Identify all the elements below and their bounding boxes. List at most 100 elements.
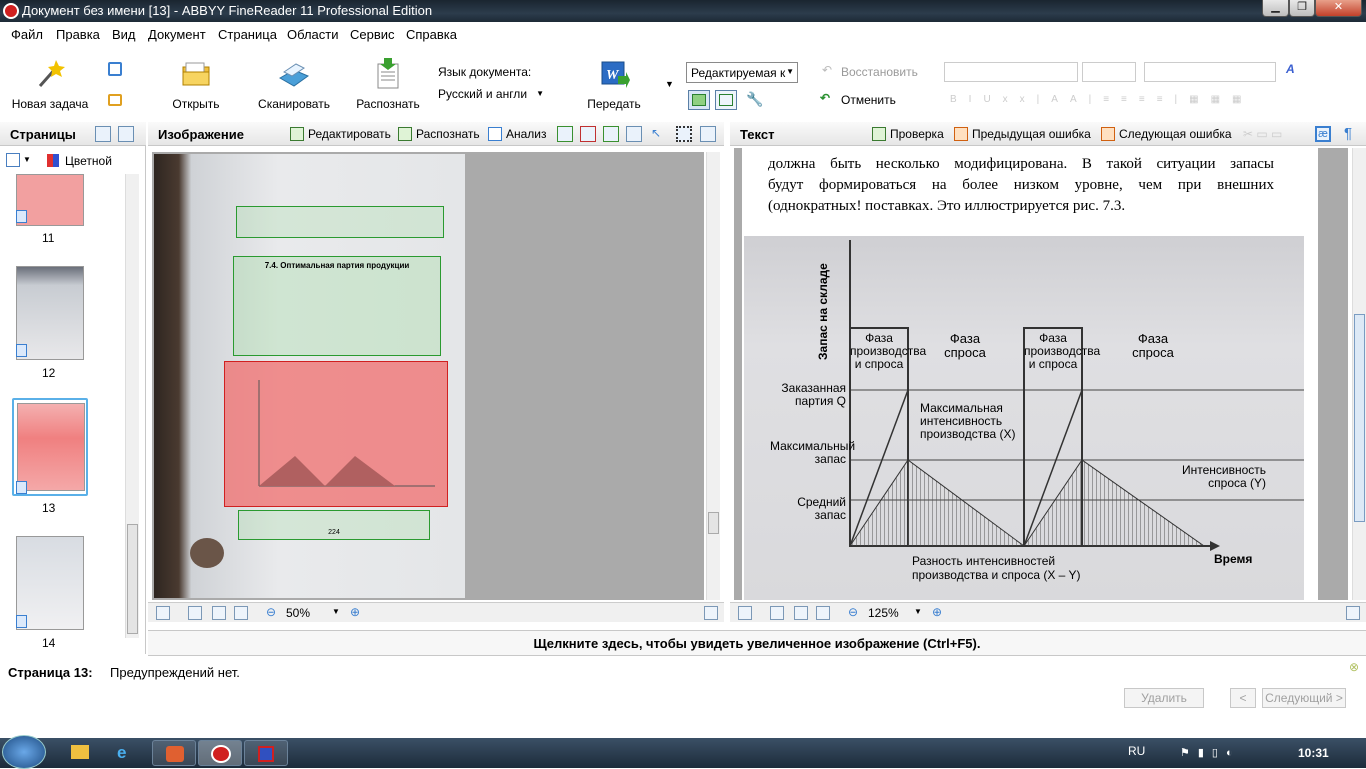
green-text-block[interactable] — [236, 206, 444, 238]
page-down-icon[interactable] — [118, 126, 134, 142]
page-up-icon[interactable] — [95, 126, 111, 142]
restore-button[interactable]: Восстановить — [841, 65, 918, 79]
text-scrollbar[interactable] — [1352, 148, 1366, 600]
next-button[interactable]: Следующий > — [1262, 688, 1346, 708]
doc-lang-dropdown[interactable]: Русский и англи ▼ — [438, 87, 548, 101]
collapse-icon[interactable] — [156, 606, 170, 620]
small-windows-icon[interactable] — [108, 94, 122, 106]
view-mode-button-2[interactable] — [715, 90, 737, 110]
format-mode-dropdown[interactable]: Редактируемая к — [686, 62, 798, 83]
check-button[interactable]: Проверка — [872, 127, 944, 141]
picture-area-icon[interactable] — [580, 126, 596, 142]
image-viewport[interactable]: 7.4. Оптимальная партия продукции 224 — [152, 152, 704, 600]
scroll-down-icon[interactable] — [704, 606, 718, 620]
keyboard-language[interactable]: RU — [1128, 744, 1145, 758]
table-area-icon[interactable] — [603, 126, 619, 142]
undo-button[interactable]: Отменить — [841, 93, 896, 107]
pages-scrollbar[interactable] — [125, 174, 139, 638]
clock[interactable]: 10:31 — [1298, 746, 1329, 760]
minimize-button[interactable]: ▁ — [1262, 0, 1289, 17]
taskbar-explorer[interactable] — [58, 740, 102, 766]
prev-error-button[interactable]: Предыдущая ошибка — [954, 127, 1091, 141]
page-view-icon[interactable] — [6, 153, 20, 167]
menu-page[interactable]: Страница — [218, 27, 277, 42]
green-caption-block[interactable]: 224 — [238, 510, 430, 540]
fit-height-icon[interactable] — [816, 606, 830, 620]
menu-help[interactable]: Справка — [406, 27, 457, 42]
prev-button[interactable]: < — [1230, 688, 1256, 708]
chevron-down-icon[interactable]: ▼ — [23, 155, 31, 164]
small-window-icon[interactable] — [108, 62, 122, 76]
next-error-button[interactable]: Следующая ошибка — [1101, 127, 1232, 141]
pages-panel-header: Страницы — [0, 122, 146, 146]
select-area-icon[interactable] — [676, 126, 692, 142]
scrollbar-thumb[interactable] — [1354, 314, 1365, 522]
font-name-box[interactable] — [944, 62, 1078, 82]
taskbar-save[interactable] — [244, 740, 288, 766]
style-box[interactable] — [1144, 62, 1276, 82]
taskbar-ie[interactable]: e — [104, 740, 148, 766]
special-chars-icon[interactable]: æ — [1315, 126, 1331, 142]
chevron-down-icon[interactable]: ▼ — [332, 607, 340, 616]
fit-width-icon[interactable] — [212, 606, 226, 620]
menu-document[interactable]: Документ — [148, 27, 206, 42]
zoom-out-icon[interactable]: ⊖ — [266, 605, 276, 619]
start-button[interactable] — [2, 735, 46, 769]
text-paragraph[interactable]: должна быть несколько модифицирована. В … — [768, 154, 1274, 217]
image-zoom-bar: ⊖ 50% ▼ ⊕ — [148, 602, 724, 622]
menu-view[interactable]: Вид — [112, 27, 136, 42]
menu-file[interactable]: Файл — [11, 27, 43, 42]
taskbar-finereader[interactable] — [198, 740, 242, 766]
chevron-down-icon[interactable]: ▼ — [914, 607, 922, 616]
fit-width-icon[interactable] — [794, 606, 808, 620]
paragraph-mark-icon[interactable]: ¶ — [1344, 125, 1352, 142]
chart-label-max: Максимальный запас — [770, 439, 856, 466]
collapse-icon[interactable] — [738, 606, 752, 620]
chevron-down-icon: ▼ — [536, 89, 544, 98]
text-area-icon[interactable] — [557, 126, 573, 142]
red-picture-block[interactable] — [224, 361, 448, 507]
close-button[interactable]: ✕ — [1315, 0, 1362, 17]
image-zoom-value[interactable]: 50% — [286, 606, 310, 620]
image-scrollbar[interactable] — [706, 152, 720, 600]
scrollbar-thumb[interactable] — [708, 512, 719, 534]
zoom-hint-bar[interactable]: Щелкните здесь, чтобы увидеть увеличенно… — [148, 630, 1366, 656]
taskbar-app-1[interactable] — [152, 740, 196, 766]
thumbnail-page-13[interactable] — [17, 403, 85, 491]
edit-image-button[interactable]: Редактировать — [290, 127, 391, 141]
view-mode-button-1[interactable] — [688, 90, 710, 110]
fit-page-icon[interactable] — [770, 606, 784, 620]
scrollbar-thumb[interactable] — [127, 524, 138, 634]
font-size-box[interactable] — [1082, 62, 1136, 82]
zoom-in-icon[interactable]: ⊕ — [932, 605, 942, 619]
fit-page-icon[interactable] — [188, 606, 202, 620]
text-panel: Текст Проверка Предыдущая ошибка Следующ… — [730, 122, 1366, 628]
close-icon[interactable]: ⊗ — [1349, 660, 1359, 674]
text-editor[interactable]: должна быть несколько модифицирована. В … — [734, 148, 1348, 600]
text-zoom-value[interactable]: 125% — [868, 606, 899, 620]
send-dropdown-arrow[interactable]: ▼ — [665, 79, 674, 89]
thumbnail-number: 14 — [42, 636, 56, 650]
cursor-icon[interactable]: ↖ — [651, 126, 661, 140]
crop-icon[interactable] — [700, 126, 716, 142]
grid-area-icon[interactable] — [626, 126, 642, 142]
recognized-figure[interactable]: Запас на складе Фаза производства и спро… — [744, 236, 1304, 600]
zoom-in-icon[interactable]: ⊕ — [350, 605, 360, 619]
maximize-button[interactable]: ❐ — [1289, 0, 1315, 17]
menu-bar: Файл Правка Вид Документ Страница Област… — [0, 22, 1366, 46]
scroll-down-icon[interactable] — [1346, 606, 1360, 620]
text-page[interactable]: должна быть несколько модифицирована. В … — [742, 148, 1318, 600]
color-mode-label[interactable]: Цветной — [65, 154, 112, 168]
delete-button[interactable]: Удалить — [1124, 688, 1204, 708]
zoom-out-icon[interactable]: ⊖ — [848, 605, 858, 619]
analyze-button[interactable]: Анализ — [488, 127, 547, 141]
menu-service[interactable]: Сервис — [350, 27, 395, 42]
menu-edit[interactable]: Правка — [56, 27, 100, 42]
tools-icon[interactable]: 🔧 — [746, 91, 763, 108]
menu-areas[interactable]: Области — [287, 27, 339, 42]
fit-height-icon[interactable] — [234, 606, 248, 620]
page-doc-icon — [16, 615, 27, 628]
recognize-page-button[interactable]: Распознать — [398, 127, 480, 141]
text-color-icon[interactable]: A — [1286, 62, 1295, 76]
green-text-block-main[interactable]: 7.4. Оптимальная партия продукции — [233, 256, 441, 356]
